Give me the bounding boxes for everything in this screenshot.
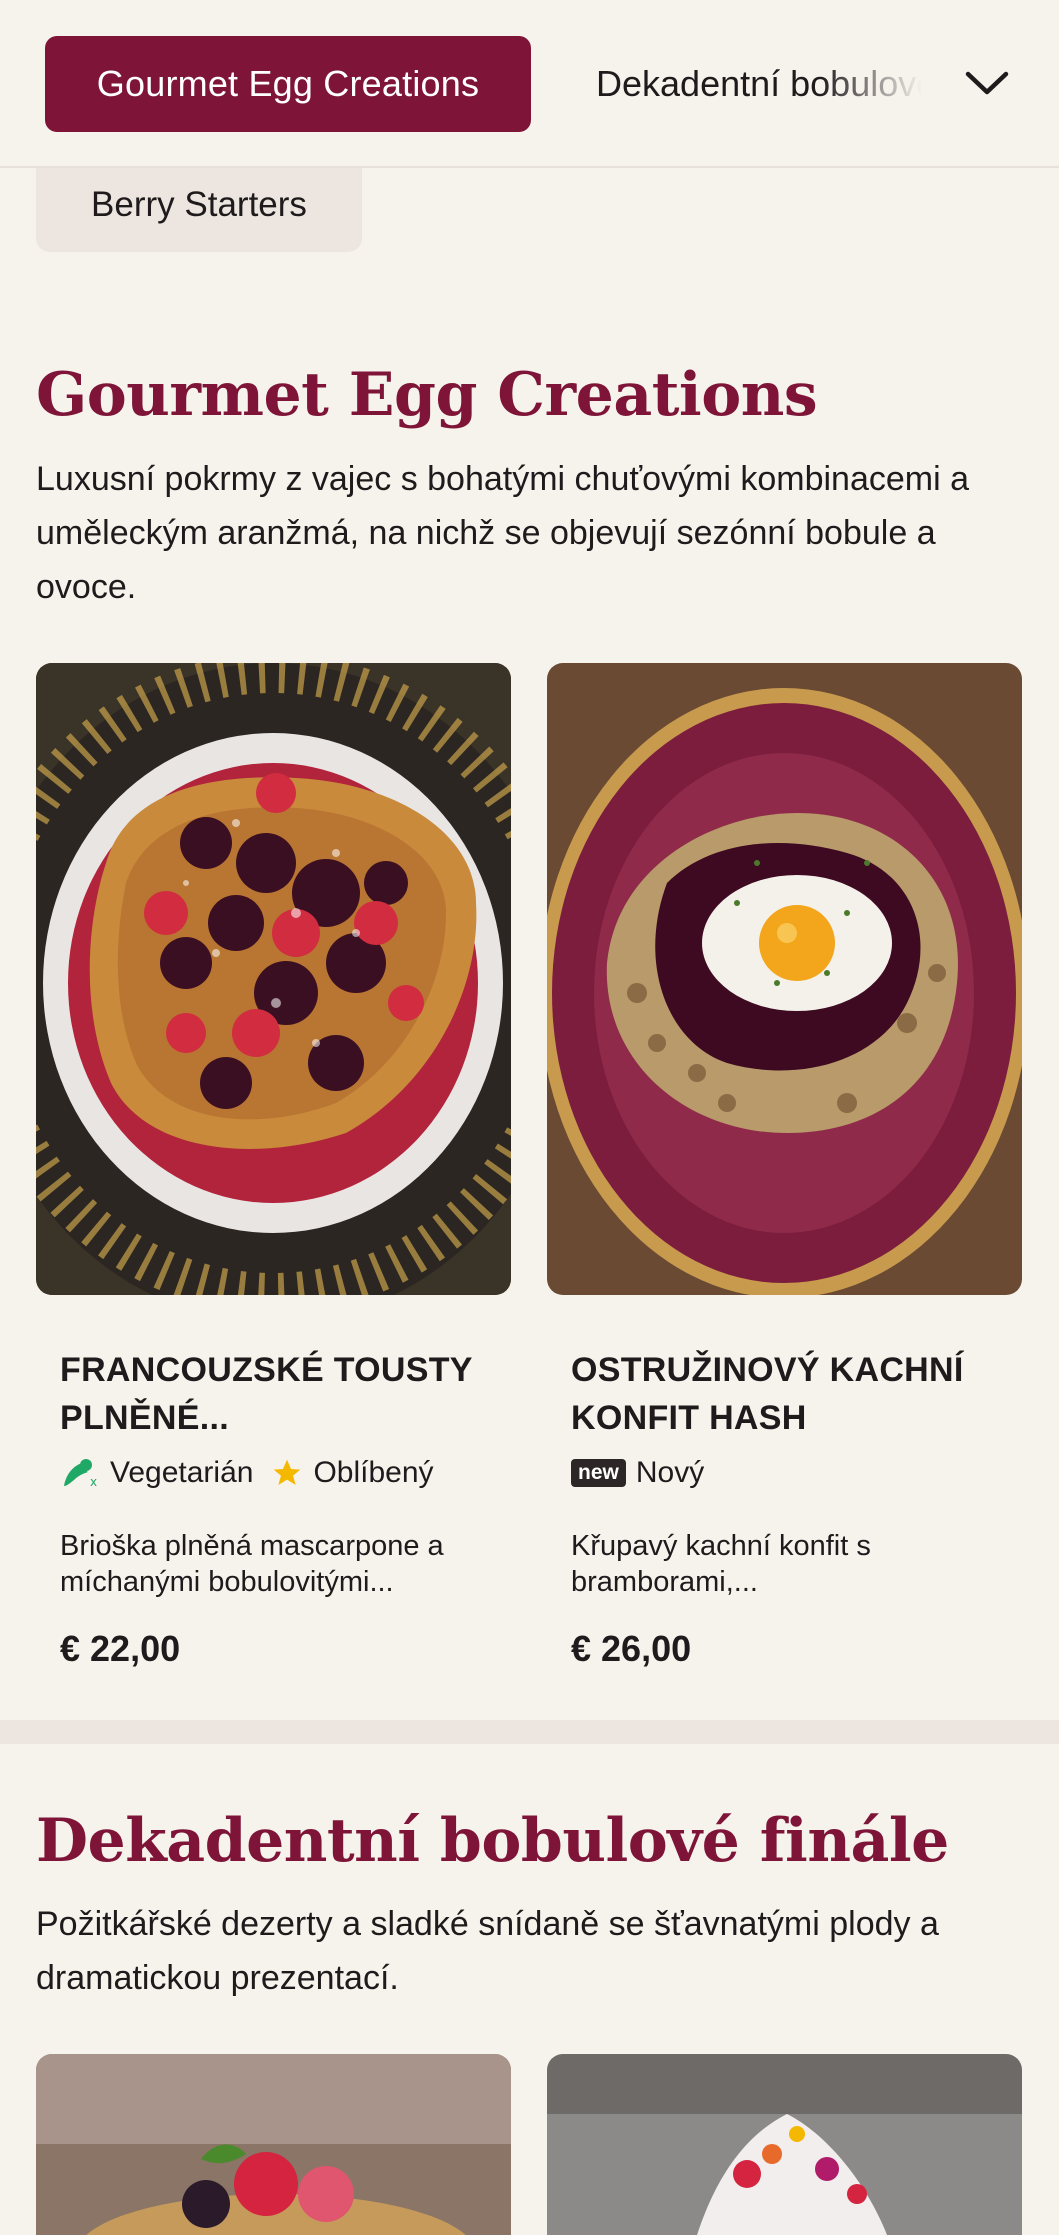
dish-image-berry-tart[interactable] [36, 2054, 511, 2235]
chevron-down-icon[interactable] [960, 56, 1014, 110]
category-nav-bar: Gourmet Egg Creations Dekadentní bobulov… [0, 0, 1059, 168]
new-badge: new [571, 1459, 626, 1487]
dish-tags: x Vegetarián Oblíbený [60, 1456, 434, 1490]
tab-fade-overlay [820, 36, 940, 132]
star-icon [271, 1457, 303, 1489]
section-description: Luxusní pokrmy z vajec s bohatými chuťov… [36, 460, 970, 606]
dish-image-duck-hash[interactable] [547, 663, 1022, 1295]
dish-description: Křupavý kachní konfit s bramborami,... [571, 1530, 871, 1598]
dish-title[interactable]: Francouzské tousty plněné... [60, 1346, 490, 1442]
vegetarian-icon: x [60, 1456, 100, 1490]
tag-label-favorite: Oblíbený [313, 1456, 434, 1489]
dish-description: Brioška plněná mascarpone a míchanými bo… [60, 1530, 444, 1598]
dish-image-meringue[interactable] [547, 2054, 1022, 2235]
dish-price: € 22,00 [60, 1628, 181, 1669]
section-divider [0, 1720, 1059, 1744]
category-chip-berry-starters[interactable]: Berry Starters [36, 158, 362, 252]
dish-price: € 26,00 [571, 1628, 692, 1669]
tag-label-new: Nový [635, 1456, 705, 1489]
dish-tags: new Nový [571, 1456, 704, 1490]
section-description: Požitkářské dezerty a sladké snídaně se … [36, 1905, 939, 1997]
tag-label-vegetarian: Vegetarián [110, 1456, 254, 1489]
svg-text:x: x [90, 1475, 97, 1489]
section-title: Gourmet Egg Creations [36, 360, 818, 430]
category-tab-active[interactable]: Gourmet Egg Creations [45, 36, 531, 132]
dish-title[interactable]: Ostružinový kachní konfit hash [571, 1346, 1001, 1442]
dish-image-french-toast[interactable] [36, 663, 511, 1295]
section-title: Dekadentní bobulové finále [36, 1806, 949, 1876]
